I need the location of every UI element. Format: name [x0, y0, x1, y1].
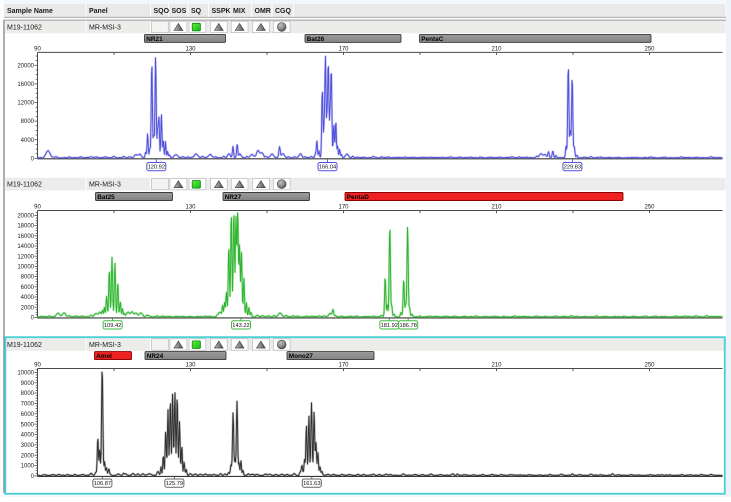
svg-text:NR24: NR24	[147, 353, 164, 360]
svg-text:10000: 10000	[17, 265, 34, 271]
svg-text:8000: 8000	[21, 391, 35, 397]
svg-text:8000: 8000	[21, 119, 35, 125]
svg-text:186.78: 186.78	[399, 323, 416, 329]
svg-text:210: 210	[491, 205, 502, 211]
svg-text:161.63: 161.63	[303, 481, 320, 487]
svg-text:PentaD: PentaD	[347, 194, 369, 201]
svg-text:Mono27: Mono27	[289, 353, 314, 360]
svg-text:SOS: SOS	[172, 8, 187, 15]
svg-text:4000: 4000	[21, 295, 35, 301]
svg-text:Amel: Amel	[96, 353, 112, 360]
svg-text:181.92: 181.92	[381, 323, 398, 329]
svg-text:130: 130	[185, 205, 196, 211]
svg-text:166.04: 166.04	[319, 165, 336, 171]
svg-text:8000: 8000	[21, 275, 35, 281]
svg-text:14000: 14000	[17, 244, 34, 250]
svg-text:250: 250	[644, 205, 655, 211]
svg-text:Sample Name: Sample Name	[7, 8, 53, 15]
svg-text:Panel: Panel	[89, 8, 108, 15]
svg-text:5000: 5000	[21, 422, 35, 428]
svg-text:Bat26: Bat26	[307, 36, 325, 43]
svg-text:20000: 20000	[17, 214, 34, 220]
svg-text:210: 210	[491, 363, 502, 369]
svg-text:4000: 4000	[21, 433, 35, 439]
svg-text:3000: 3000	[21, 443, 35, 449]
svg-text:170: 170	[338, 205, 349, 211]
svg-text:229.83: 229.83	[564, 165, 581, 171]
svg-text:170: 170	[338, 47, 349, 53]
svg-text:SSPK: SSPK	[212, 8, 231, 15]
svg-text:250: 250	[644, 363, 655, 369]
svg-text:20000: 20000	[17, 63, 34, 69]
svg-text:7000: 7000	[21, 402, 35, 408]
svg-text:130: 130	[185, 47, 196, 53]
svg-text:250: 250	[644, 47, 655, 53]
svg-text:OMR: OMR	[255, 8, 271, 15]
svg-text:MR-MSI-3: MR-MSI-3	[89, 182, 121, 189]
svg-text:NR27: NR27	[225, 194, 242, 201]
svg-text:2000: 2000	[21, 453, 35, 459]
svg-text:90: 90	[34, 47, 41, 53]
svg-text:210: 210	[491, 47, 502, 53]
svg-text:1000: 1000	[21, 464, 35, 470]
svg-text:SQ: SQ	[191, 8, 202, 15]
svg-text:MR-MSI-3: MR-MSI-3	[89, 25, 121, 32]
svg-text:SQO: SQO	[154, 8, 170, 15]
svg-text:16000: 16000	[17, 82, 34, 88]
svg-text:M19-11062: M19-11062	[7, 342, 42, 349]
svg-text:6000: 6000	[21, 412, 35, 418]
svg-text:143.22: 143.22	[232, 323, 249, 329]
svg-text:2000: 2000	[21, 305, 35, 311]
svg-text:Bat25: Bat25	[97, 194, 115, 201]
svg-text:16000: 16000	[17, 234, 34, 240]
svg-text:4000: 4000	[21, 138, 35, 144]
svg-text:PentaC: PentaC	[421, 36, 443, 43]
svg-text:CGQ: CGQ	[275, 8, 292, 15]
svg-text:125.79: 125.79	[166, 481, 183, 487]
svg-text:12000: 12000	[17, 101, 34, 107]
svg-text:109.42: 109.42	[104, 323, 121, 329]
svg-text:106.87: 106.87	[94, 481, 111, 487]
svg-text:MR-MSI-3: MR-MSI-3	[89, 342, 121, 349]
svg-text:10000: 10000	[17, 371, 34, 377]
svg-text:M19-11062: M19-11062	[7, 182, 42, 189]
svg-text:170: 170	[338, 363, 349, 369]
svg-text:120.92: 120.92	[148, 165, 165, 171]
svg-text:130: 130	[185, 363, 196, 369]
svg-text:MIX: MIX	[233, 8, 246, 15]
svg-text:M19-11062: M19-11062	[7, 25, 42, 32]
svg-text:12000: 12000	[17, 254, 34, 260]
svg-text:90: 90	[34, 363, 41, 369]
svg-text:9000: 9000	[21, 381, 35, 387]
svg-text:NR21: NR21	[146, 36, 163, 43]
svg-text:18000: 18000	[17, 224, 34, 230]
svg-text:90: 90	[34, 205, 41, 211]
svg-text:6000: 6000	[21, 285, 35, 291]
